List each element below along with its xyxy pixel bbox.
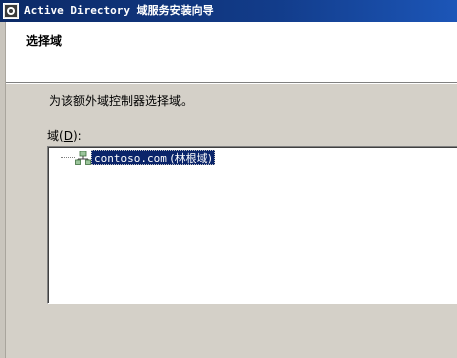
page-title: 选择域 [26, 34, 63, 48]
tree-item-domain-name: contoso.com [94, 152, 167, 165]
domain-tree-view[interactable]: contoso.com (林根域) [47, 146, 457, 304]
wizard-window: Active Directory 域服务安装向导 选择域 为该额外域控制器选择域… [0, 0, 457, 358]
window-title: Active Directory 域服务安装向导 [24, 4, 214, 17]
instruction-text: 为该额外域控制器选择域。 [49, 94, 194, 108]
domain-tree-inner: contoso.com (林根域) [48, 147, 457, 303]
domain-label: 域(D): [47, 127, 82, 144]
tree-connector-line [61, 157, 75, 158]
tree-item-contoso-com[interactable]: contoso.com (林根域) [91, 150, 215, 165]
domain-label-prefix: 域( [47, 129, 64, 143]
domain-label-suffix: ): [72, 129, 82, 143]
tree-item-domain-suffix: (林根域) [166, 152, 212, 165]
wizard-app-icon [3, 3, 19, 19]
domain-label-accelerator: D [63, 129, 73, 143]
title-bar[interactable]: Active Directory 域服务安装向导 [0, 0, 457, 22]
wizard-header: 选择域 [6, 22, 457, 82]
header-divider-highlight [6, 83, 457, 84]
domain-tree-icon [75, 151, 91, 165]
window-left-border [0, 22, 6, 358]
